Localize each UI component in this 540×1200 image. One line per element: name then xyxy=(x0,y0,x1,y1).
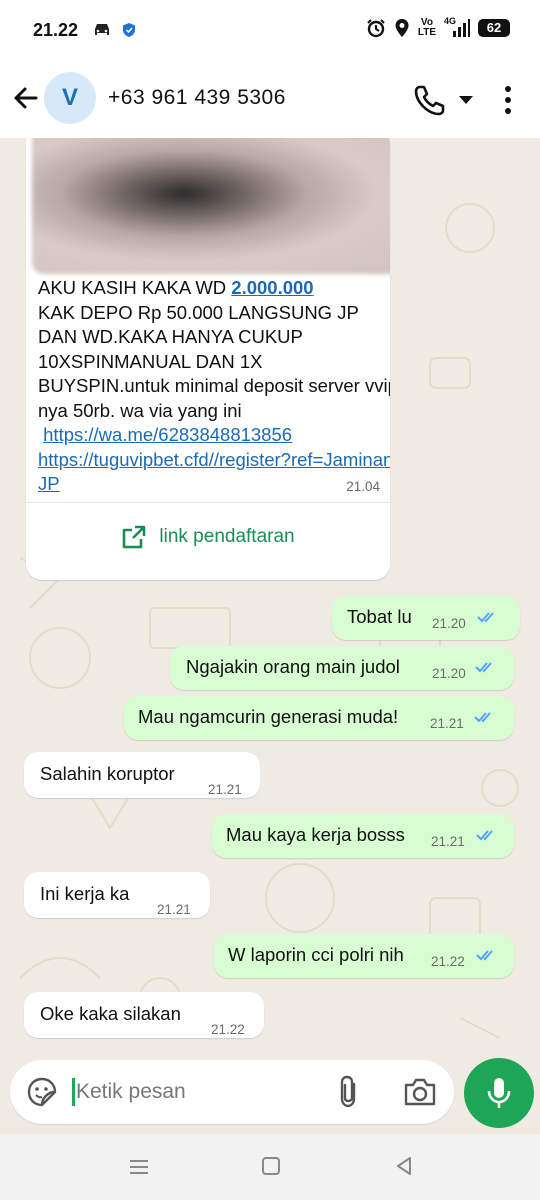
message-bubble[interactable]: W laporin cci polri nih 21.22 xyxy=(214,934,514,978)
system-nav-bar xyxy=(0,1134,540,1200)
open-link-icon xyxy=(123,525,146,549)
more-vertical-icon[interactable] xyxy=(496,82,520,118)
camera-icon[interactable] xyxy=(402,1076,438,1108)
status-bar: 21.22 Vo LTE 4G 62 xyxy=(0,0,540,62)
whatsapp-link[interactable]: https://wa.me/6283848813856 xyxy=(43,424,292,445)
recent-apps-icon[interactable] xyxy=(128,1156,150,1178)
shield-icon xyxy=(123,23,135,37)
register-link[interactable]: https://tuguvipbet.cfd//register?ref=Jam… xyxy=(38,449,390,495)
message-bubble[interactable]: Ngajakin orang main judol 21.20 xyxy=(170,646,514,690)
card-message-text: AKU KASIH KAKA WD 2.000.000 KAK DEPO Rp 5… xyxy=(38,276,390,497)
double-check-icon xyxy=(474,712,491,723)
link-preview-card: AKU KASIH KAKA WD 2.000.000 KAK DEPO Rp 5… xyxy=(26,138,390,580)
link-registration-label: link pendaftaran xyxy=(159,526,295,547)
link-registration-button[interactable]: link pendaftaran xyxy=(26,503,390,571)
alarm-icon xyxy=(367,19,385,38)
message-bubble[interactable]: Mau ngamcurin generasi muda! 21.21 xyxy=(124,696,514,740)
back-icon[interactable] xyxy=(394,1156,414,1176)
input-placeholder: Ketik pesan xyxy=(76,1080,186,1103)
paperclip-icon[interactable] xyxy=(334,1074,366,1110)
chat-header: V +63 961 439 5306 xyxy=(0,62,540,138)
amount-link[interactable]: 2.000.000 xyxy=(231,277,313,298)
home-icon[interactable] xyxy=(261,1156,281,1176)
double-check-icon xyxy=(477,612,494,623)
emoji-sticker-icon[interactable] xyxy=(26,1076,58,1108)
location-icon xyxy=(395,19,409,37)
compose-bar: Ketik pesan xyxy=(0,1056,540,1134)
double-check-icon xyxy=(476,830,493,841)
battery-indicator: 62 xyxy=(478,19,510,37)
chevron-down-icon[interactable] xyxy=(456,90,476,110)
blurred-image[interactable] xyxy=(32,138,390,274)
chat-area[interactable]: AKU KASIH KAKA WD 2.000.000 KAK DEPO Rp 5… xyxy=(0,138,540,1056)
text-cursor xyxy=(72,1078,75,1106)
signal-icon: 4G xyxy=(444,16,470,38)
status-time: 21.22 xyxy=(33,20,79,40)
volte-indicator: Vo LTE xyxy=(417,17,436,38)
back-arrow-icon[interactable] xyxy=(8,80,44,116)
message-bubble[interactable]: Salahin koruptor 21.21 xyxy=(24,752,260,798)
double-check-icon xyxy=(475,662,492,673)
message-bubble[interactable]: Ini kerja ka 21.21 xyxy=(24,872,210,918)
message-bubble[interactable]: Mau kaya kerja bosss 21.21 xyxy=(212,814,514,858)
message-bubble[interactable]: Oke kaka silakan 21.22 xyxy=(24,992,264,1038)
avatar[interactable]: V xyxy=(44,72,96,124)
contact-name[interactable]: +63 961 439 5306 xyxy=(108,86,286,110)
message-bubble[interactable]: Tobat lu 21.20 xyxy=(332,596,520,640)
mic-button[interactable] xyxy=(464,1058,534,1128)
call-icon[interactable] xyxy=(410,80,450,120)
message-input[interactable]: Ketik pesan xyxy=(10,1060,454,1124)
car-icon xyxy=(95,24,109,35)
card-time: 21.04 xyxy=(346,479,380,494)
double-check-icon xyxy=(476,950,493,961)
mic-icon xyxy=(487,1078,511,1108)
